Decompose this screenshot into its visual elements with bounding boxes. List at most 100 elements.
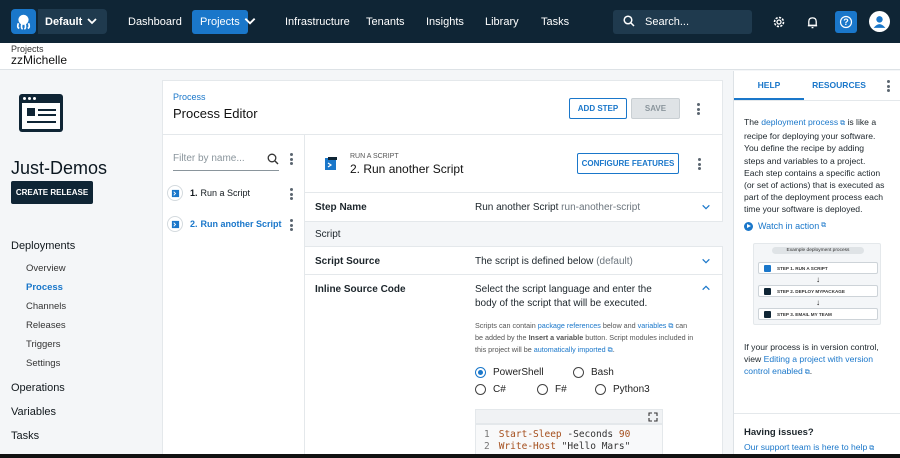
help-button[interactable]: ? (835, 11, 857, 33)
nav-projects[interactable]: Projects (192, 10, 248, 34)
diagram-step: STEP 1. RUN A SCRIPT (758, 262, 878, 274)
project-sidebar: Just-Demos CREATE RELEASE Deployments Ov… (0, 71, 150, 458)
sidebar-item-operations[interactable]: Operations (11, 382, 65, 394)
variables-link[interactable]: variables (638, 321, 667, 330)
help-text-1: Scripts can contain (475, 321, 538, 330)
nav-infrastructure[interactable]: Infrastructure (277, 10, 358, 34)
process-editor-title: Process Editor (173, 106, 258, 121)
space-selector[interactable]: Default (38, 9, 107, 34)
script-icon (323, 156, 339, 175)
nav-dashboard[interactable]: Dashboard (120, 10, 190, 34)
nav-tenants[interactable]: Tenants (358, 10, 413, 34)
sidebar-item-triggers[interactable]: Triggers (26, 339, 61, 350)
support-link[interactable]: Our support team is here to help ⧉ (744, 442, 874, 453)
step-number: 2. (190, 219, 198, 229)
top-navigation: Default Dashboard Projects Infrastructur… (0, 0, 900, 43)
sidebar-item-overview[interactable]: Overview (26, 263, 66, 274)
radio-python3[interactable]: Python3 (595, 384, 650, 395)
configure-features-button[interactable]: CONFIGURE FEATURES (577, 153, 679, 174)
bell-icon[interactable] (801, 11, 823, 33)
list-item[interactable]: 2. Run another Script (167, 215, 301, 233)
code-command: Write-Host (498, 441, 556, 452)
chevron-up-icon[interactable] (701, 283, 711, 296)
filter-overflow-menu-icon[interactable] (287, 152, 295, 166)
tab-help[interactable]: HELP (734, 71, 804, 100)
save-button[interactable]: SAVE (631, 98, 680, 119)
editor-overflow-menu-icon[interactable] (694, 102, 702, 116)
nav-tasks[interactable]: Tasks (533, 10, 577, 34)
nav-library[interactable]: Library (477, 10, 527, 34)
radio-fsharp[interactable]: F# (537, 384, 567, 395)
project-header: Projects zzMichelle (0, 43, 900, 70)
tab-resources[interactable]: RESOURCES (804, 71, 874, 100)
radio-powershell[interactable]: PowerShell (475, 367, 544, 378)
projects-chevron-down-icon[interactable] (243, 14, 257, 31)
sidebar-item-releases[interactable]: Releases (26, 320, 66, 331)
radio-csharp[interactable]: C# (475, 384, 506, 395)
script-source-row[interactable]: Script Source The script is defined belo… (305, 246, 723, 274)
step-name-row[interactable]: Step Name Run another Script run-another… (305, 192, 723, 221)
space-name: Default (45, 15, 83, 28)
watch-in-action-link[interactable]: Watch in action ⧉ (744, 221, 826, 231)
code-editor[interactable]: 1 Start-Sleep -Seconds 90 2 Write-Host "He… (475, 424, 663, 458)
sidebar-item-process[interactable]: Process (26, 282, 63, 293)
sidebar-item-tasks[interactable]: Tasks (11, 430, 39, 442)
create-release-button[interactable]: CREATE RELEASE (11, 181, 93, 204)
deployment-process-link[interactable]: deployment process (761, 117, 838, 127)
script-help-text: Scripts can contain package references b… (475, 320, 697, 356)
radio-label: Python3 (613, 384, 650, 395)
step-overflow-menu-icon[interactable] (287, 218, 295, 232)
arrow-down-icon: ↓ (816, 275, 820, 284)
code-editor-toolbar (475, 409, 663, 424)
step-type-label: RUN A SCRIPT (350, 153, 399, 160)
add-step-button[interactable]: ADD STEP (569, 98, 627, 119)
filter-placeholder: Filter by name... (173, 153, 245, 164)
script-icon (167, 185, 183, 201)
having-issues-heading: Having issues? (744, 427, 814, 438)
radio-icon (573, 367, 584, 378)
help-text-bold: Insert a variable (528, 333, 584, 342)
sidebar-item-variables[interactable]: Variables (11, 406, 56, 418)
search-input[interactable]: Search... (613, 10, 752, 34)
step-label: Run another Script (200, 219, 282, 229)
code-line: 2 Write-Host "Hello Mars" (484, 441, 662, 453)
sidebar-item-channels[interactable]: Channels (26, 301, 66, 312)
list-item[interactable]: 1. Run a Script (167, 184, 301, 202)
arrow-down-icon: ↓ (816, 298, 820, 307)
script-source-text: The script is defined below (475, 256, 594, 267)
help-paragraph: The deployment process ⧉ is like a recip… (744, 116, 886, 216)
process-breadcrumb[interactable]: Process (173, 92, 206, 102)
version-control-paragraph: If your process is in version control, v… (744, 341, 886, 380)
gear-icon[interactable] (768, 11, 790, 33)
help-text: is like a recipe for deploying your soft… (744, 117, 885, 215)
search-placeholder: Search... (645, 16, 690, 28)
sidebar-item-deployments[interactable]: Deployments (11, 240, 75, 252)
automatically-imported-link[interactable]: automatically imported (534, 345, 606, 354)
step-detail: RUN A SCRIPT 2. Run another Script CONFI… (305, 134, 723, 458)
diagram-step-label: STEP 3. EMAIL MY TEAM (777, 311, 832, 317)
radio-selected-icon (475, 367, 486, 378)
line-number: 2 (484, 441, 490, 452)
external-link-icon: ⧉ (867, 445, 875, 452)
avatar[interactable] (869, 11, 890, 32)
filter-input[interactable]: Filter by name... (173, 153, 279, 171)
step-detail-overflow-menu-icon[interactable] (695, 157, 703, 171)
inline-source-description: Select the script language and enter the… (475, 284, 652, 309)
script-icon (764, 265, 771, 272)
diagram-step: STEP 3. EMAIL MY TEAM (758, 308, 878, 320)
radio-bash[interactable]: Bash (573, 367, 614, 378)
nav-insights[interactable]: Insights (418, 10, 472, 34)
radio-icon (595, 384, 606, 395)
octopus-logo-icon[interactable] (11, 9, 36, 34)
chevron-down-icon[interactable] (701, 256, 711, 269)
radio-icon (475, 384, 486, 395)
package-references-link[interactable]: package references (538, 321, 601, 330)
sidebar-item-settings[interactable]: Settings (26, 358, 60, 369)
chevron-down-icon[interactable] (701, 202, 711, 215)
radio-label: Bash (591, 367, 614, 378)
step-overflow-menu-icon[interactable] (287, 187, 295, 201)
page-title: zzMichelle (11, 53, 68, 67)
play-icon (744, 221, 753, 231)
help-overflow-menu-icon[interactable] (884, 79, 892, 93)
step-list: Filter by name... 1. Run a Script 2. Run… (163, 134, 305, 458)
